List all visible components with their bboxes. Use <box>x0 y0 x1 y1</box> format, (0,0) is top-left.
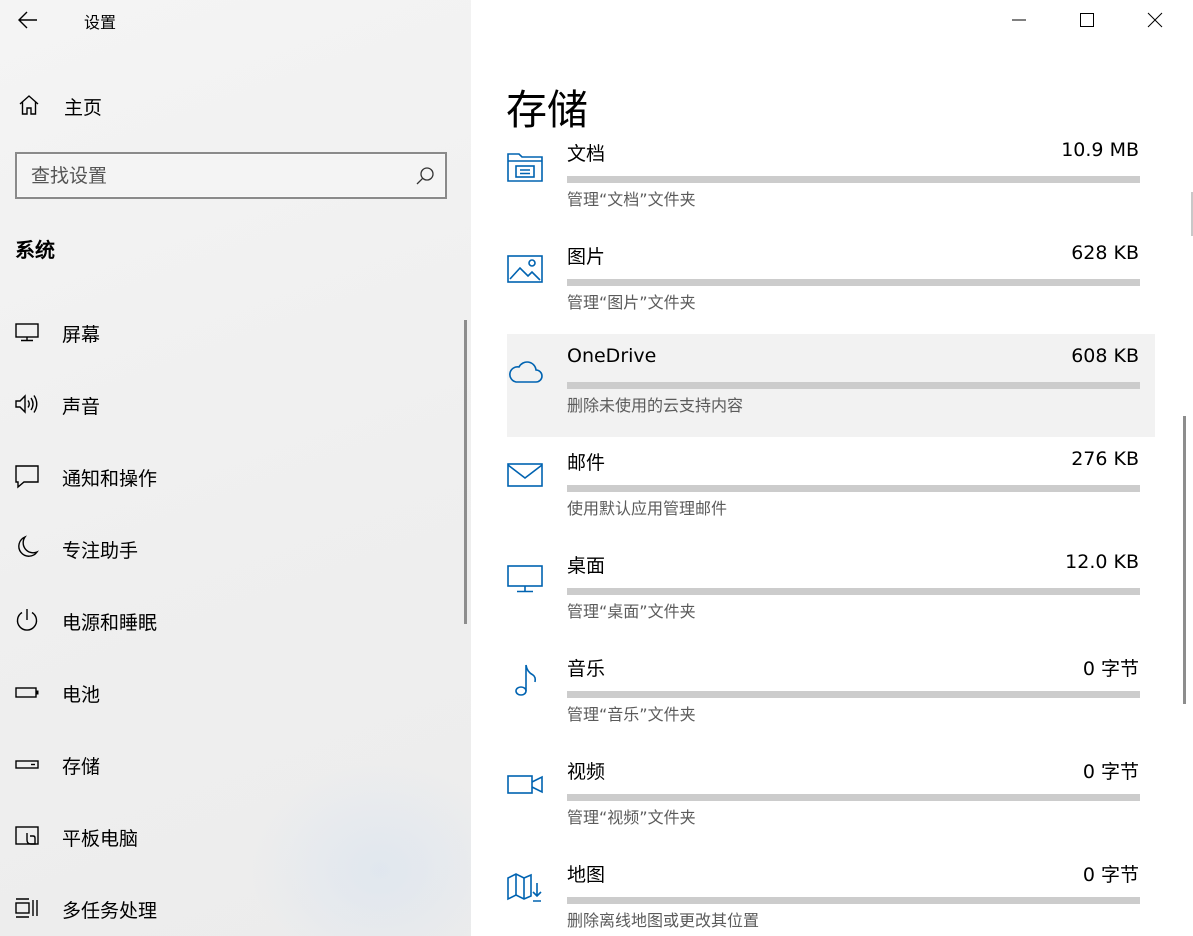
sidebar-item-label: 通知和操作 <box>62 468 158 490</box>
multitask-icon <box>15 898 38 918</box>
search-box <box>15 152 447 199</box>
notification-icon <box>15 465 39 489</box>
usage-bar <box>567 691 1140 698</box>
category-description: 删除未使用的云支持内容 <box>567 396 744 415</box>
category-name: 音乐 <box>567 658 606 680</box>
sidebar-item-label: 多任务处理 <box>62 900 158 922</box>
pictures-icon <box>507 255 543 283</box>
storage-row-mail[interactable]: 邮件 276 KB 使用默认应用管理邮件 <box>507 437 1155 540</box>
battery-icon <box>15 687 39 698</box>
minimize-icon <box>1012 19 1026 21</box>
sidebar-item-label: 主页 <box>64 97 103 119</box>
search-input[interactable] <box>31 162 411 190</box>
maximize-button[interactable] <box>1064 0 1110 40</box>
category-name: 桌面 <box>567 555 606 577</box>
category-size: 12.0 KB <box>1065 551 1139 573</box>
sidebar-item-focus-assist[interactable]: 专注助手 <box>0 512 471 584</box>
category-size: 276 KB <box>1071 448 1139 470</box>
content-scrollbar[interactable] <box>1183 416 1186 704</box>
sidebar-item-storage[interactable]: 存储 <box>0 728 471 800</box>
minimize-button[interactable] <box>996 0 1042 40</box>
category-name: 视频 <box>567 761 606 783</box>
documents-folder-icon <box>507 153 543 182</box>
video-icon <box>507 775 543 794</box>
storage-row-documents[interactable]: 文档 10.9 MB 管理“文档”文件夹 <box>507 128 1155 231</box>
category-name: 文档 <box>567 143 606 165</box>
usage-bar <box>567 588 1140 595</box>
storage-row-onedrive[interactable]: OneDrive 608 KB 删除未使用的云支持内容 <box>507 334 1155 437</box>
storage-row-desktop[interactable]: 桌面 12.0 KB 管理“桌面”文件夹 <box>507 540 1155 643</box>
sidebar-item-power-sleep[interactable]: 电源和睡眠 <box>0 584 471 656</box>
close-button[interactable] <box>1132 0 1178 40</box>
back-button[interactable] <box>12 4 44 36</box>
back-arrow-icon <box>18 11 37 29</box>
sidebar-item-label: 存储 <box>62 756 101 778</box>
category-name: 地图 <box>567 864 606 886</box>
sidebar-item-tablet[interactable]: 平板电脑 <box>0 800 471 872</box>
usage-bar <box>567 794 1140 801</box>
storage-category-list: 文档 10.9 MB 管理“文档”文件夹 图片 628 KB 管理“图片”文件夹… <box>507 128 1155 936</box>
category-description: 使用默认应用管理邮件 <box>567 499 728 518</box>
sidebar-item-label: 屏幕 <box>62 324 101 346</box>
map-icon <box>507 873 542 902</box>
category-size: 628 KB <box>1071 242 1139 264</box>
section-title: 系统 <box>15 238 55 262</box>
usage-bar <box>567 897 1140 904</box>
settings-sidebar: 设置 主页 系统 屏幕 声音 <box>0 0 471 936</box>
category-size: 608 KB <box>1071 345 1139 367</box>
category-description: 删除离线地图或更改其位置 <box>567 911 760 930</box>
category-description: 管理“视频”文件夹 <box>567 808 696 827</box>
search-icon[interactable] <box>415 166 435 186</box>
usage-bar <box>567 279 1140 286</box>
sidebar-item-battery[interactable]: 电池 <box>0 656 471 728</box>
cloud-icon <box>509 361 543 383</box>
category-size: 0 字节 <box>1082 658 1139 680</box>
category-name: OneDrive <box>567 345 657 367</box>
category-description: 管理“文档”文件夹 <box>567 190 696 209</box>
sidebar-item-home[interactable]: 主页 <box>0 86 471 124</box>
sidebar-item-label: 电池 <box>62 684 101 706</box>
desktop-icon <box>507 565 543 593</box>
sidebar-item-label: 声音 <box>62 396 101 418</box>
sidebar-item-sound[interactable]: 声音 <box>0 368 471 440</box>
maximize-icon <box>1080 13 1094 27</box>
sidebar-item-label: 电源和睡眠 <box>62 612 158 634</box>
storage-row-maps[interactable]: 地图 0 字节 删除离线地图或更改其位置 <box>507 849 1155 936</box>
sidebar-nav: 屏幕 声音 通知和操作 专注助手 电源和睡眠 电池 存储 平板电脑 多任务处理 <box>0 296 471 936</box>
music-icon <box>515 664 537 696</box>
storage-row-pictures[interactable]: 图片 628 KB 管理“图片”文件夹 <box>507 231 1155 334</box>
storage-icon <box>15 760 39 769</box>
category-size: 10.9 MB <box>1061 139 1139 161</box>
category-description: 管理“图片”文件夹 <box>567 293 696 312</box>
power-icon <box>16 609 38 631</box>
usage-bar <box>567 382 1140 389</box>
speaker-icon <box>15 394 38 414</box>
sidebar-item-notifications[interactable]: 通知和操作 <box>0 440 471 512</box>
mail-icon <box>507 463 543 487</box>
app-title: 设置 <box>84 13 117 32</box>
close-icon <box>1147 12 1163 28</box>
category-description: 管理“桌面”文件夹 <box>567 602 696 621</box>
category-description: 管理“音乐”文件夹 <box>567 705 696 724</box>
storage-content: 存储 文档 10.9 MB 管理“文档”文件夹 图片 628 KB 管理“图片”… <box>471 0 1193 936</box>
home-icon <box>19 95 39 115</box>
sidebar-item-label: 平板电脑 <box>62 828 139 850</box>
category-size: 0 字节 <box>1082 761 1139 783</box>
page-title: 存储 <box>506 86 588 134</box>
moon-icon <box>18 535 39 557</box>
storage-row-videos[interactable]: 视频 0 字节 管理“视频”文件夹 <box>507 746 1155 849</box>
usage-bar <box>567 485 1140 492</box>
tablet-icon <box>15 826 39 845</box>
usage-bar <box>567 176 1140 183</box>
category-size: 0 字节 <box>1082 864 1139 886</box>
category-name: 图片 <box>567 246 606 268</box>
sidebar-item-multitasking[interactable]: 多任务处理 <box>0 872 471 936</box>
monitor-icon <box>15 323 39 342</box>
sidebar-scrollbar[interactable] <box>464 320 467 624</box>
sidebar-item-display[interactable]: 屏幕 <box>0 296 471 368</box>
category-name: 邮件 <box>567 452 606 474</box>
sidebar-item-label: 专注助手 <box>62 540 139 562</box>
storage-row-music[interactable]: 音乐 0 字节 管理“音乐”文件夹 <box>507 643 1155 746</box>
